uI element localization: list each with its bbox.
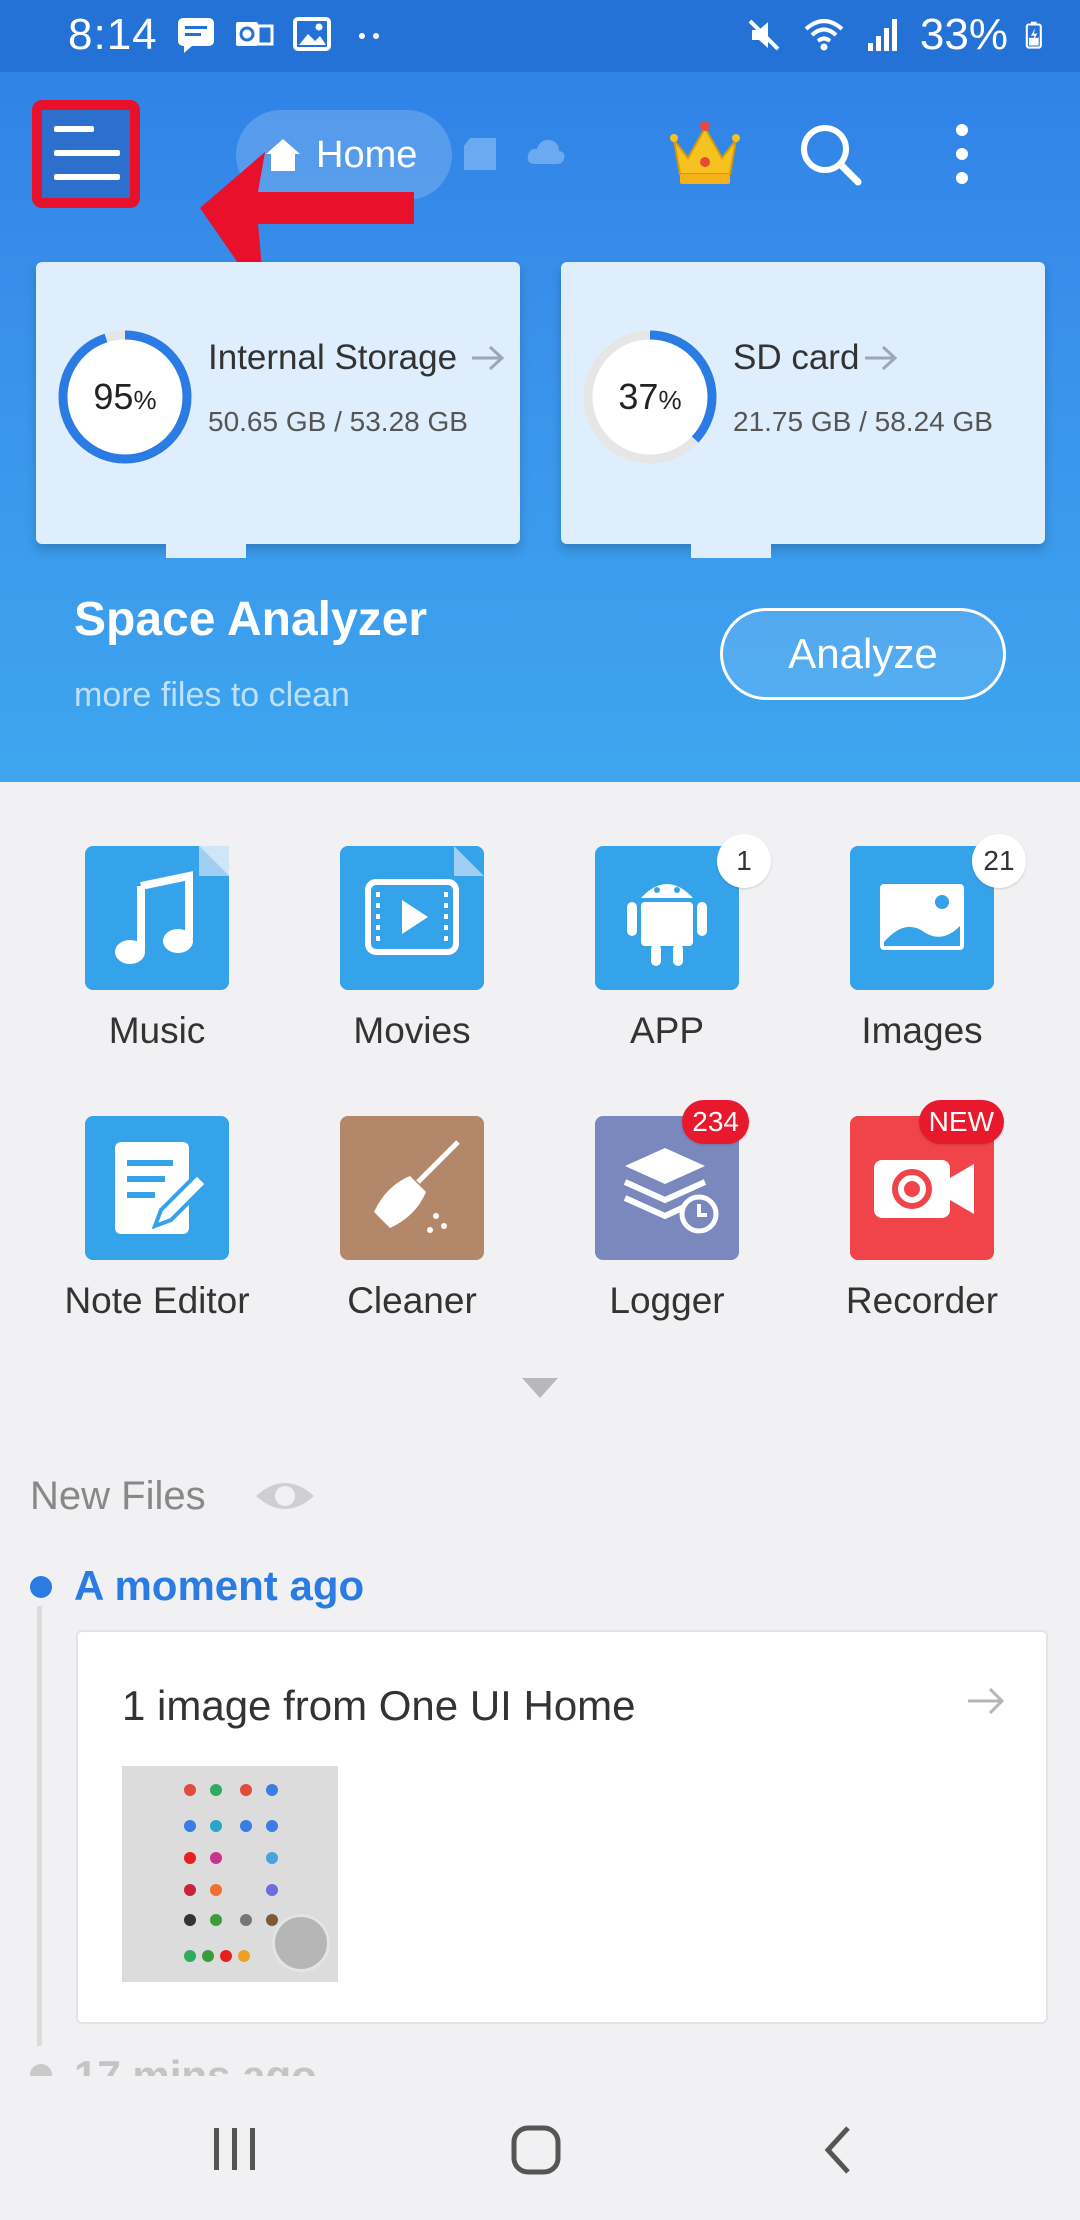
menu-button[interactable] [32,100,140,208]
category-label: Logger [609,1280,725,1321]
battery-percent: 33% [919,10,1008,59]
category-label: Note Editor [64,1280,250,1321]
storage-percent: 95% [93,376,157,417]
back-icon[interactable] [818,2124,858,2176]
system-nav-bar [0,2076,1080,2220]
note-editor-icon [85,1116,229,1260]
signal-icon [867,19,897,51]
storage-name: Internal Storage [208,338,458,377]
category-images[interactable]: 21 Images [812,834,1032,1086]
battery-icon [1025,21,1042,49]
expand-chevron-icon[interactable] [520,1376,560,1400]
category-logger[interactable]: 234 Logger [557,1100,777,1356]
category-label: Images [861,1010,983,1051]
storage-percent: 37% [618,376,682,417]
storage-usage: 50.65 GB / 53.28 GB [208,406,468,437]
group-time: A moment ago [74,1562,365,1609]
recent-apps-icon[interactable] [210,2124,260,2174]
more-dots-icon [359,33,379,39]
category-label: Music [108,1010,206,1051]
breadcrumb-home[interactable]: Home [236,110,452,200]
message-icon [178,18,214,53]
cloud-icon[interactable] [526,136,566,166]
timeline-line [37,1606,42,2046]
sd-card-icon[interactable] [462,136,500,172]
category-app[interactable]: 1 APP [557,834,777,1086]
analyze-button[interactable]: Analyze [720,608,1006,700]
images-count-badge: 21 [972,834,1026,888]
logger-count-badge: 234 [682,1100,749,1144]
image-icon: 21 [850,834,1026,990]
home-icon [266,139,300,171]
app-count-badge: 1 [717,834,771,888]
arrow-right-icon [472,345,505,371]
image-thumbnail[interactable] [122,1766,338,1982]
new-files-title: New Files [30,1474,206,1518]
file-card-title: 1 image from One UI Home [122,1682,636,1729]
category-label: Cleaner [347,1280,477,1321]
new-badge: NEW [918,1100,1004,1144]
space-analyzer-title: Space Analyzer [74,593,428,646]
broom-icon [340,1116,484,1260]
space-analyzer-subtitle: more files to clean [74,676,350,714]
internal-storage-card[interactable]: 95% Internal Storage 50.65 GB / 53.28 GB [36,262,520,558]
sd-card-card[interactable]: 37% SD card 21.75 GB / 58.24 GB [561,262,1045,558]
timeline-dot [30,1576,52,1598]
outlook-icon [236,22,274,46]
storage-name: SD card [733,338,860,377]
category-recorder[interactable]: NEW Recorder [812,1100,1032,1356]
recorder-icon: NEW [850,1100,1004,1260]
status-bar: 8:14 33% [0,0,1080,72]
android-icon: 1 [595,834,771,990]
status-time: 8:14 [68,10,158,59]
category-note-editor[interactable]: Note Editor [47,1116,267,1356]
movies-icon [340,846,484,990]
music-icon [85,846,229,990]
new-file-card[interactable]: 1 image from One UI Home [76,1630,1048,2024]
toolbar: Home [0,72,1080,302]
category-music[interactable]: Music [47,846,267,1086]
mute-icon [748,19,780,51]
category-cleaner[interactable]: Cleaner [302,1116,522,1356]
header-area: 8:14 33% Home 95 % Internal Storage 50.6… [0,0,1080,782]
search-icon[interactable] [798,122,862,186]
crown-icon[interactable] [668,118,742,188]
more-vert-icon[interactable] [940,122,984,186]
menu-icon [54,126,120,184]
storage-usage: 21.75 GB / 58.24 GB [733,406,993,437]
category-label: Movies [353,1010,471,1051]
category-label: APP [629,1010,705,1051]
arrow-right-icon [968,1687,1005,1715]
arrow-right-icon [865,345,898,371]
breadcrumb-home-label: Home [316,133,418,176]
gallery-icon [293,17,331,51]
category-label: Recorder [845,1280,999,1321]
eye-icon[interactable] [254,1476,316,1516]
home-nav-icon[interactable] [510,2124,562,2176]
wifi-icon [804,19,844,51]
category-movies[interactable]: Movies [302,846,522,1086]
logger-icon: 234 [595,1100,749,1260]
